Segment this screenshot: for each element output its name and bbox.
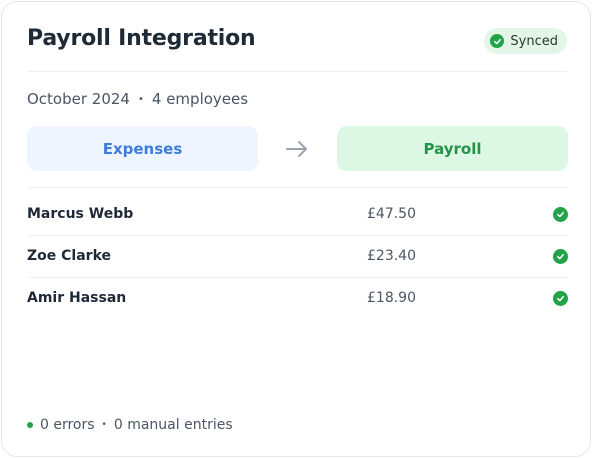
check-circle-icon (553, 207, 568, 222)
meta-separator: • (137, 93, 144, 105)
error-count: 0 errors (40, 417, 95, 433)
employee-name: Zoe Clarke (27, 248, 111, 264)
check-circle-icon (553, 249, 568, 264)
employee-name: Marcus Webb (27, 206, 134, 222)
employee-name: Amir Hassan (27, 290, 127, 306)
check-circle-icon (490, 34, 505, 48)
payroll-target-pill[interactable]: Payroll (337, 126, 568, 171)
footer-separator: • (101, 420, 107, 430)
expenses-source-pill[interactable]: Expenses (27, 126, 258, 171)
list-item: Amir Hassan £18.90 (27, 278, 568, 320)
payroll-integration-card: Payroll Integration Synced October 2024 … (1, 1, 591, 457)
employee-amount: £18.90 (367, 290, 416, 306)
card-header: Payroll Integration Synced (27, 24, 567, 72)
section-divider (27, 187, 568, 188)
manual-entry-count: 0 manual entries (113, 417, 233, 433)
arrow-right-icon (286, 141, 307, 157)
status-badge-label: Synced (510, 33, 558, 49)
status-badge: Synced (484, 28, 567, 54)
employee-list: Marcus Webb £47.50 Zoe Clarke £23.40 Ami… (27, 194, 568, 320)
sync-summary: 0 errors • 0 manual entries (27, 417, 233, 433)
list-item: Zoe Clarke £23.40 (27, 236, 568, 278)
check-circle-icon (553, 291, 568, 306)
employee-amount: £47.50 (367, 206, 416, 222)
list-item: Marcus Webb £47.50 (27, 194, 568, 236)
period-label: October 2024 (27, 90, 130, 108)
page-title: Payroll Integration (27, 26, 256, 51)
employee-amount: £23.40 (367, 248, 416, 264)
sync-meta: October 2024 • 4 employees (27, 90, 248, 108)
employee-count: 4 employees (151, 90, 249, 108)
integration-flow: Expenses Payroll (27, 126, 568, 171)
status-dot-icon (27, 422, 33, 428)
